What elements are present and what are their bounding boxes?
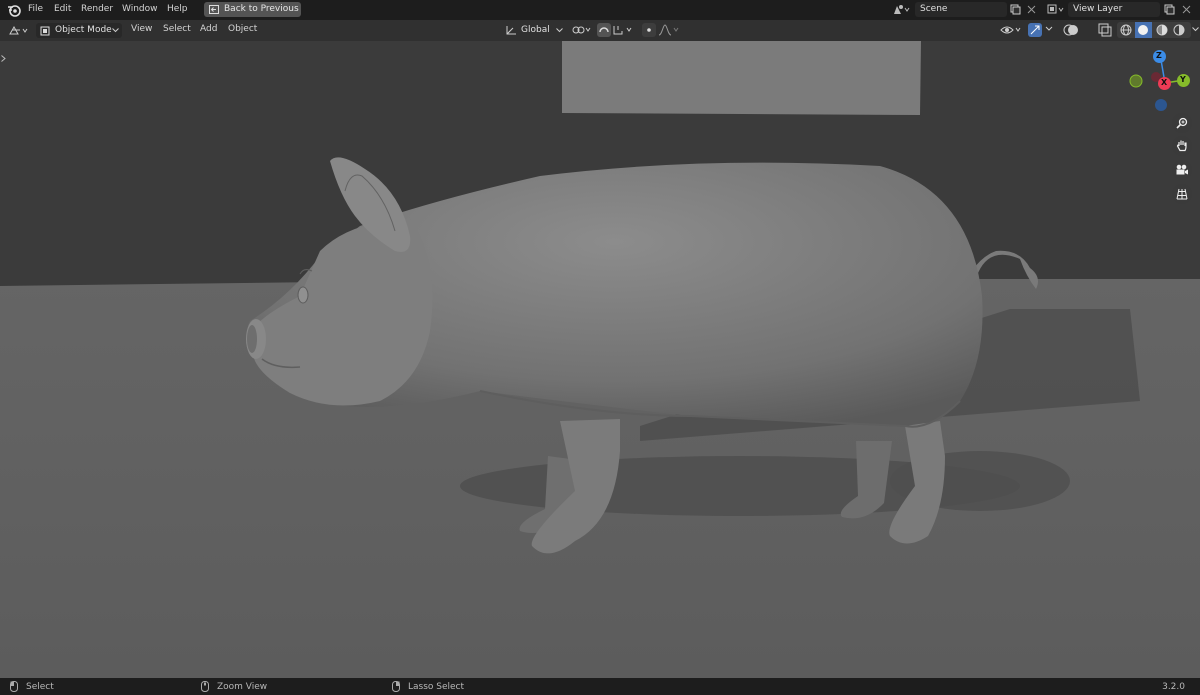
menu-select[interactable]: Select	[163, 24, 191, 34]
gizmo-toggle-icon[interactable]	[1028, 23, 1042, 37]
camera-view-button[interactable]	[1172, 160, 1192, 180]
orientation-label: Global	[521, 25, 550, 35]
gizmo-y-axis[interactable]: Y	[1177, 74, 1190, 87]
chevron-down-icon	[112, 28, 119, 33]
menu-file[interactable]: File	[28, 4, 43, 14]
scene-icon[interactable]	[893, 4, 911, 15]
gizmo-x-axis[interactable]: X	[1158, 77, 1171, 90]
back-to-previous-button[interactable]: Back to Previous	[204, 2, 301, 17]
navigation-gizmo[interactable]: Z Y X	[1126, 47, 1196, 117]
grid-icon	[1176, 188, 1188, 200]
object-mode-icon	[40, 26, 50, 36]
overlay-icon[interactable]	[1063, 23, 1079, 37]
pan-button[interactable]	[1172, 136, 1192, 156]
mode-dropdown[interactable]: Object Mode	[36, 23, 122, 38]
chevron-down-icon[interactable]	[1192, 27, 1199, 32]
copy-icon[interactable]	[1010, 4, 1021, 15]
viewport-scene	[0, 41, 1200, 678]
chevron-right-icon[interactable]	[1, 55, 6, 62]
back-button-label: Back to Previous	[224, 4, 299, 14]
chevron-down-icon	[556, 28, 563, 33]
view-layer-field[interactable]: View Layer	[1068, 2, 1160, 17]
close-icon[interactable]	[1027, 5, 1036, 14]
gizmo-z-axis[interactable]: Z	[1153, 50, 1166, 63]
pivot-point-icon[interactable]	[571, 24, 593, 36]
copy-icon[interactable]	[1164, 4, 1175, 15]
perspective-toggle-button[interactable]	[1172, 184, 1192, 204]
camera-icon	[1175, 164, 1189, 176]
editor-type-icon[interactable]	[9, 25, 31, 36]
view-layer-icon[interactable]	[1047, 4, 1065, 15]
mouse-right-icon	[392, 681, 400, 692]
scene-field[interactable]: Scene	[915, 2, 1007, 17]
version-label: 3.2.0	[1162, 682, 1185, 692]
chevron-down-icon[interactable]	[1045, 26, 1053, 32]
menu-edit[interactable]: Edit	[54, 4, 71, 14]
status-lasso-select: Lasso Select	[408, 682, 465, 692]
orientation-axes-icon	[505, 25, 517, 36]
mouse-left-icon	[10, 681, 18, 692]
3d-viewport[interactable]: Z Y X	[0, 41, 1200, 678]
close-icon[interactable]	[1182, 5, 1191, 14]
snap-icon[interactable]	[597, 23, 611, 37]
mode-label: Object Mode	[55, 25, 112, 35]
status-select: Select	[26, 682, 54, 692]
falloff-curve-icon[interactable]	[658, 24, 680, 36]
snap-target-icon[interactable]	[613, 25, 637, 35]
shading-mode-group	[1117, 22, 1191, 38]
back-arrow-icon	[209, 5, 219, 14]
status-bar: Select Zoom View Lasso Select 3.2.0	[0, 678, 1200, 695]
solid-shading-button[interactable]	[1135, 22, 1152, 38]
blender-logo-icon[interactable]	[7, 3, 21, 17]
mouse-middle-icon	[201, 681, 209, 692]
visibility-eye-icon[interactable]	[1000, 24, 1024, 36]
menu-window[interactable]: Window	[122, 4, 158, 14]
solid-shading-icon	[1137, 24, 1149, 36]
wireframe-shading-icon[interactable]	[1120, 24, 1132, 36]
scene-name: Scene	[920, 4, 948, 14]
proportional-editing-icon[interactable]	[642, 23, 656, 37]
menu-add[interactable]: Add	[200, 24, 217, 34]
zoom-button[interactable]	[1172, 113, 1192, 133]
menu-view[interactable]: View	[131, 24, 152, 34]
menu-object[interactable]: Object	[228, 24, 257, 34]
view-layer-name: View Layer	[1073, 4, 1123, 14]
transform-orientation-dropdown[interactable]: Global	[502, 23, 564, 38]
menu-render[interactable]: Render	[81, 4, 113, 14]
hand-icon	[1176, 139, 1188, 152]
status-zoom-view: Zoom View	[217, 682, 268, 692]
xray-icon[interactable]	[1098, 23, 1112, 37]
top-bar: File Edit Render Window Help Back to Pre…	[0, 0, 1200, 20]
rendered-shading-icon[interactable]	[1173, 24, 1185, 36]
material-preview-icon[interactable]	[1156, 24, 1168, 36]
menu-help[interactable]: Help	[167, 4, 188, 14]
zoom-icon	[1176, 117, 1188, 129]
viewport-header: Object Mode View Select Add Object Globa…	[0, 20, 1200, 41]
